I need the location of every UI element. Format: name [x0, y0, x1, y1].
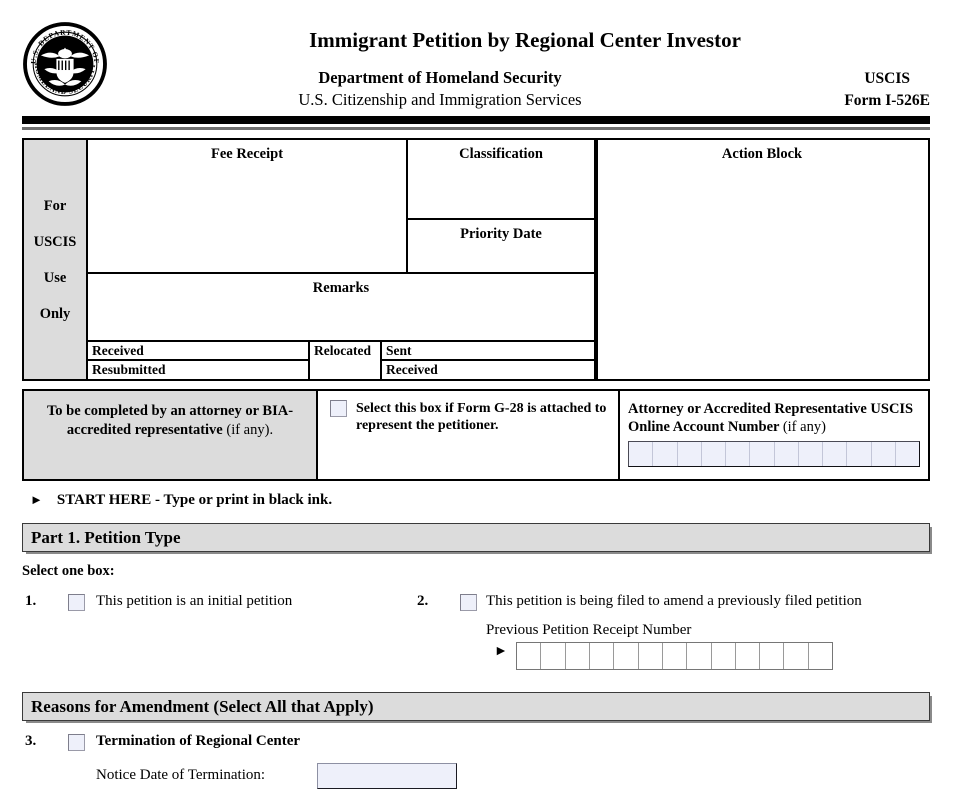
label-line-for: For: [43, 197, 67, 214]
received-cell[interactable]: Received: [88, 342, 310, 361]
item-2-label: This petition is being filed to amend a …: [486, 593, 862, 609]
label-line-only: Only: [39, 305, 71, 322]
previous-receipt-label: Previous Petition Receipt Number: [486, 622, 692, 638]
notice-date-label: Notice Date of Termination:: [96, 767, 266, 783]
form-number-block: USCIS Form I-526E: [844, 68, 930, 112]
account-number-label-plain: (if any): [782, 419, 826, 435]
item-1-number: 1.: [25, 593, 37, 609]
attorney-instruction-plain: (if any).: [226, 422, 274, 438]
form-page: U.S. DEPARTMENT OF HOMELAND SECURITY Imm…: [0, 0, 974, 797]
agency-subname: U.S. Citizenship and Immigration Service…: [298, 90, 582, 109]
form-header: U.S. DEPARTMENT OF HOMELAND SECURITY Imm…: [0, 0, 974, 110]
input-cell[interactable]: [517, 643, 542, 669]
input-cell[interactable]: [702, 442, 726, 466]
attorney-account-cell: Attorney or Accredited Representative US…: [620, 391, 928, 479]
input-cell[interactable]: [750, 442, 775, 466]
input-cell[interactable]: [736, 643, 761, 669]
relocated-label: Relocated: [314, 343, 371, 358]
received-second-cell[interactable]: Received: [382, 361, 596, 379]
item-2-number: 2.: [417, 593, 429, 609]
start-here-text: START HERE - Type or print in black ink.: [56, 492, 333, 508]
item-3-number: 3.: [25, 733, 37, 749]
input-cell[interactable]: [712, 643, 736, 669]
relocated-cell[interactable]: Relocated: [310, 342, 382, 379]
resubmitted-label: Resubmitted: [92, 362, 166, 377]
classification-cell[interactable]: Classification: [408, 140, 596, 220]
form-title: Immigrant Petition by Regional Center In…: [309, 28, 741, 52]
input-cell[interactable]: [614, 643, 639, 669]
item-1-checkbox[interactable]: [68, 594, 85, 611]
input-cell[interactable]: [726, 442, 751, 466]
input-cell[interactable]: [629, 442, 654, 466]
g28-checkbox-cell[interactable]: Select this box if Form G-28 is attached…: [318, 391, 620, 479]
received-second-label: Received: [386, 362, 438, 377]
classification-label: Classification: [459, 146, 543, 162]
input-cell[interactable]: [775, 442, 799, 466]
input-cell[interactable]: [823, 442, 848, 466]
priority-date-label: Priority Date: [460, 226, 542, 242]
part1-section-header: Part 1. Petition Type: [22, 523, 930, 552]
input-cell[interactable]: [847, 442, 872, 466]
g28-checkbox[interactable]: [330, 400, 347, 417]
right-triangle-icon: ►: [494, 644, 508, 659]
previous-receipt-number-input[interactable]: [516, 642, 833, 670]
sent-cell[interactable]: Sent: [382, 342, 596, 361]
input-cell[interactable]: [663, 643, 688, 669]
right-triangle-icon: ►: [30, 492, 43, 507]
resubmitted-cell[interactable]: Resubmitted: [88, 361, 310, 379]
select-one-instruction: Select one box:: [22, 563, 115, 579]
label-line-use: Use: [43, 269, 67, 286]
start-here-notice: ► START HERE - Type or print in black ink…: [30, 492, 332, 509]
form-number: Form I-526E: [844, 92, 930, 109]
input-cell[interactable]: [760, 643, 785, 669]
item-1-label: This petition is an initial petition: [96, 593, 293, 609]
input-cell[interactable]: [590, 643, 615, 669]
item-3-label: Termination of Regional Center: [96, 733, 301, 749]
action-block-label: Action Block: [721, 146, 803, 162]
label-line-uscis: USCIS: [33, 233, 77, 250]
reasons-for-amendment-header: Reasons for Amendment (Select All that A…: [22, 692, 930, 721]
fee-receipt-cell[interactable]: Fee Receipt: [88, 140, 408, 274]
input-cell[interactable]: [678, 442, 702, 466]
attorney-instruction-cell: To be completed by an attorney or BIA-ac…: [24, 391, 318, 479]
reasons-heading: Reasons for Amendment (Select All that A…: [31, 696, 374, 716]
agency-name: Department of Homeland Security: [318, 68, 562, 87]
input-cell[interactable]: [872, 442, 896, 466]
for-uscis-use-only-label: For USCIS Use Only: [24, 140, 88, 379]
account-number-label-bold: Attorney or Accredited Representative US…: [628, 401, 914, 435]
input-cell[interactable]: [687, 643, 712, 669]
input-cell[interactable]: [541, 643, 566, 669]
input-cell[interactable]: [809, 643, 832, 669]
item-2-checkbox[interactable]: [460, 594, 477, 611]
input-cell[interactable]: [784, 643, 809, 669]
attorney-account-number-input[interactable]: [628, 441, 920, 467]
part1-heading: Part 1. Petition Type: [31, 527, 181, 547]
dhs-seal-icon: U.S. DEPARTMENT OF HOMELAND SECURITY: [22, 21, 108, 107]
item-3-checkbox[interactable]: [68, 734, 85, 751]
priority-date-cell[interactable]: Priority Date: [408, 220, 596, 274]
fee-receipt-label: Fee Receipt: [210, 146, 284, 162]
notice-date-input[interactable]: [317, 763, 457, 789]
input-cell[interactable]: [896, 442, 919, 466]
sent-label: Sent: [386, 343, 412, 358]
remarks-label: Remarks: [312, 280, 370, 296]
input-cell[interactable]: [639, 643, 663, 669]
g28-checkbox-label: Select this box if Form G-28 is attached…: [356, 401, 607, 433]
input-cell[interactable]: [799, 442, 823, 466]
attorney-section: To be completed by an attorney or BIA-ac…: [22, 389, 930, 481]
header-rule-black: [22, 116, 930, 124]
remarks-cell[interactable]: Remarks: [88, 274, 596, 342]
action-block-cell[interactable]: Action Block: [596, 140, 928, 379]
input-cell[interactable]: [653, 442, 678, 466]
uscis-label: USCIS: [864, 70, 910, 87]
input-cell[interactable]: [566, 643, 590, 669]
received-label: Received: [92, 343, 144, 358]
header-rule-gray: [22, 127, 930, 130]
uscis-use-only-table: For USCIS Use Only Fee Receipt Classific…: [22, 138, 930, 381]
